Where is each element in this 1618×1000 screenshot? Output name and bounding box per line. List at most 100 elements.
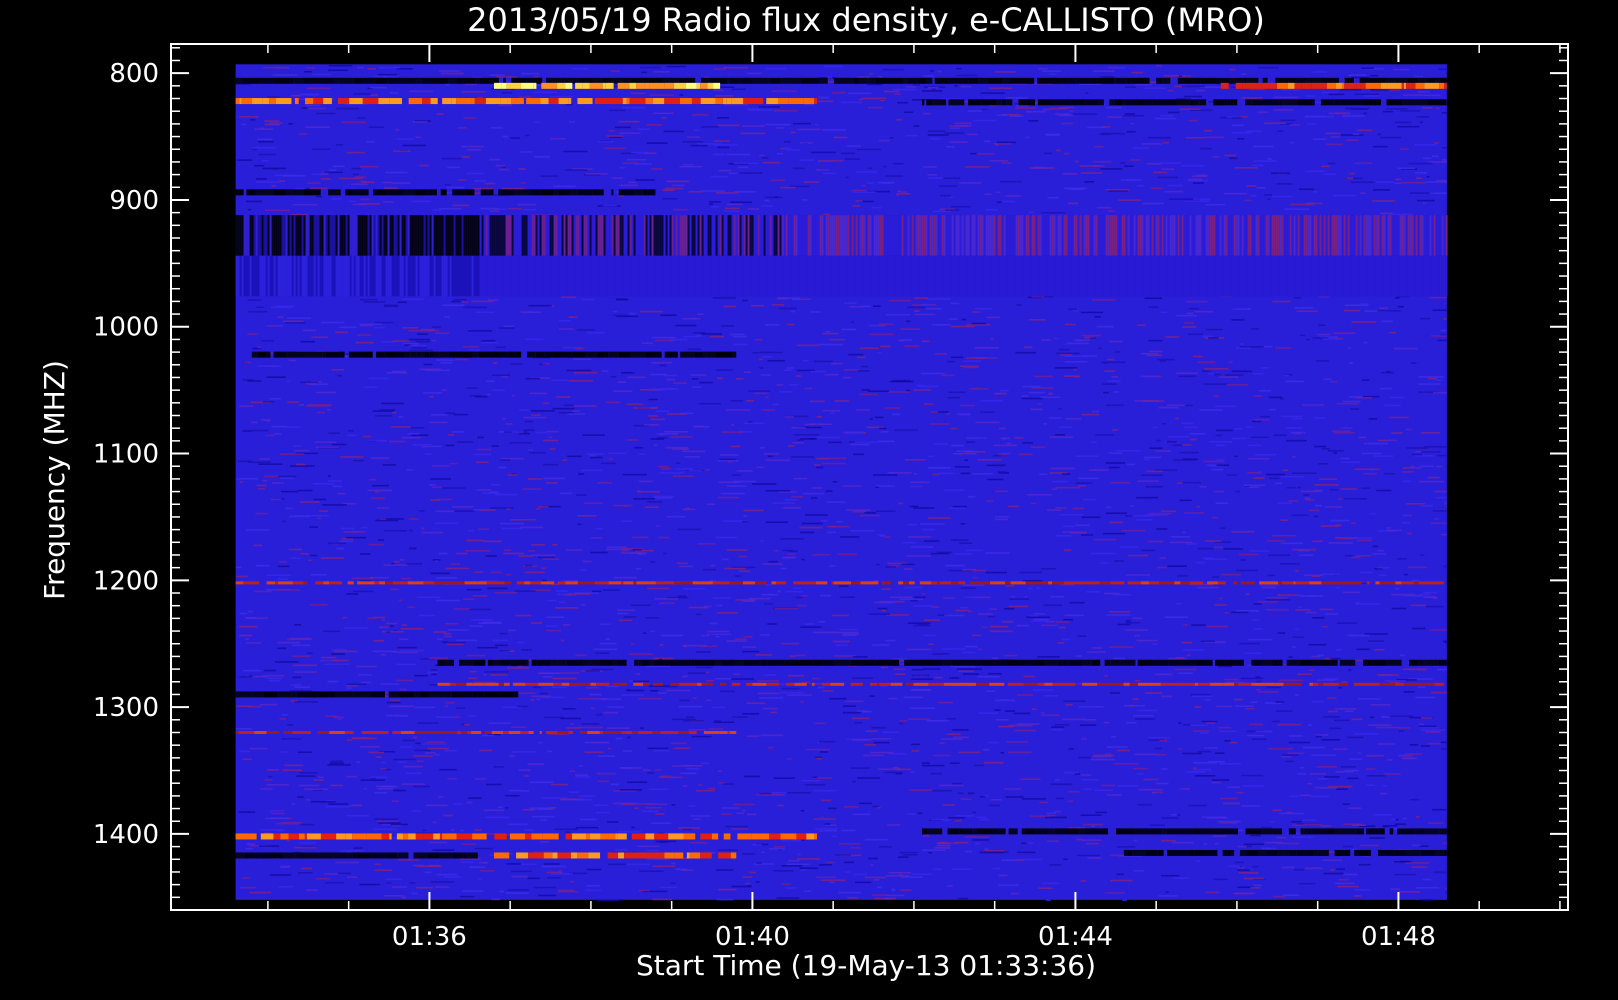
noise-streak: [461, 301, 469, 304]
stripe-line: [901, 255, 904, 297]
noise-streak: [1323, 173, 1336, 176]
noise-streak: [516, 641, 525, 644]
noise-streak: [794, 434, 820, 436]
noise-streak: [756, 862, 763, 864]
noise-streak: [1273, 895, 1286, 898]
noise-streak: [664, 187, 683, 190]
noise-streak: [408, 518, 419, 520]
noise-streak: [1342, 115, 1365, 117]
noise-streak: [1188, 178, 1203, 181]
noise-streak: [246, 843, 256, 845]
noise-streak: [1440, 533, 1447, 536]
noise-streak: [850, 847, 861, 849]
stripe-line: [647, 255, 650, 297]
noise-streak: [730, 423, 735, 426]
noise-streak: [1051, 728, 1064, 731]
noise-streak: [444, 412, 456, 415]
stripe-line: [495, 215, 498, 256]
noise-streak: [959, 453, 963, 455]
noise-streak: [933, 443, 949, 445]
noise-streak: [1090, 758, 1115, 761]
noise-streak: [839, 628, 858, 631]
noise-streak: [913, 125, 920, 127]
stripe-line: [975, 215, 978, 256]
stripe-line: [969, 255, 972, 297]
stripe-line: [965, 255, 968, 297]
stripe-line: [513, 255, 516, 297]
stripe-line: [735, 255, 738, 297]
noise-streak: [984, 850, 1005, 852]
stripe-line: [471, 215, 474, 256]
noise-streak: [904, 345, 920, 348]
stripe-line: [353, 255, 356, 297]
noise-streak: [269, 810, 285, 812]
noise-streak: [491, 445, 500, 447]
noise-streak: [1156, 753, 1167, 756]
noise-streak: [375, 491, 380, 493]
noise-streak: [613, 314, 629, 317]
noise-streak: [913, 605, 934, 607]
stripe-line: [485, 255, 488, 297]
noise-streak: [436, 873, 458, 876]
noise-streak: [1197, 361, 1216, 364]
noise-streak: [309, 187, 328, 190]
noise-streak: [292, 664, 317, 667]
stripe-line: [911, 215, 914, 256]
noise-streak: [994, 392, 1007, 395]
noise-streak: [1344, 554, 1354, 557]
noise-streak: [762, 161, 781, 164]
stripe-line: [999, 255, 1002, 297]
noise-streak: [249, 891, 271, 894]
noise-streak: [1125, 620, 1131, 622]
noise-streak: [1253, 160, 1277, 162]
stripe-line: [853, 255, 856, 297]
noise-streak: [572, 410, 580, 412]
noise-streak: [1255, 730, 1273, 733]
noise-streak: [368, 478, 377, 481]
noise-streak: [430, 414, 448, 416]
noise-streak: [1176, 657, 1184, 659]
noise-streak: [426, 671, 438, 674]
noise-streak: [996, 141, 1016, 144]
noise-streak: [398, 599, 403, 602]
stripe-line: [953, 215, 956, 256]
stripe-line: [751, 215, 754, 256]
noise-streak: [1101, 132, 1125, 135]
noise-streak: [1400, 148, 1409, 150]
stripe-line: [839, 215, 842, 256]
stripe-line: [783, 255, 786, 297]
noise-streak: [461, 156, 471, 158]
noise-streak: [838, 585, 849, 588]
noise-streak: [578, 698, 594, 700]
stripe-line: [985, 215, 988, 256]
noise-streak: [964, 836, 989, 838]
noise-streak: [441, 487, 466, 489]
noise-streak: [265, 434, 275, 437]
noise-streak: [683, 720, 705, 722]
noise-streak: [671, 184, 685, 187]
noise-streak: [1190, 693, 1211, 696]
stripe-line: [409, 215, 412, 256]
noise-streak: [1137, 480, 1159, 482]
noise-streak: [823, 65, 843, 68]
stripe-line: [265, 215, 268, 256]
noise-streak: [638, 453, 646, 456]
noise-streak: [306, 889, 318, 891]
noise-streak: [1058, 513, 1084, 516]
noise-streak: [1005, 97, 1028, 99]
noise-streak: [1109, 521, 1124, 524]
noise-streak: [1079, 724, 1097, 727]
stripe-line: [553, 215, 556, 256]
noise-streak: [1380, 136, 1402, 139]
noise-streak: [328, 432, 340, 435]
noise-streak: [1401, 471, 1414, 473]
stripe-line: [1023, 215, 1026, 256]
stripe-line: [433, 255, 436, 297]
noise-streak: [760, 540, 764, 542]
noise-streak: [822, 409, 841, 412]
noise-streak: [412, 736, 418, 739]
noise-streak: [407, 606, 416, 609]
noise-streak: [284, 764, 304, 767]
noise-streak: [436, 359, 454, 361]
noise-streak: [1234, 428, 1244, 430]
